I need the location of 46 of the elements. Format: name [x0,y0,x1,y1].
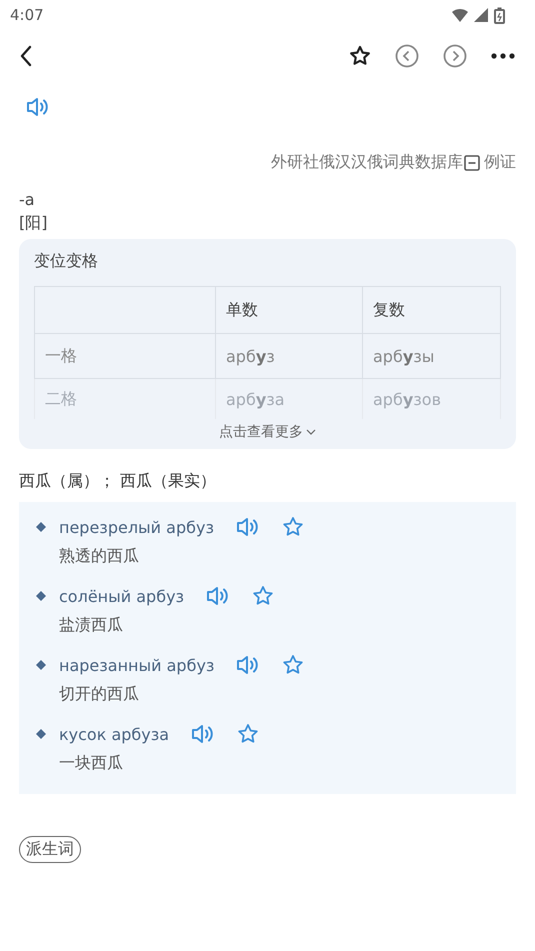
speaker-icon[interactable] [236,516,258,538]
example-translation: 一块西瓜 [58,753,124,774]
table-cell: арбузы [362,334,500,378]
wifi-icon [451,7,469,23]
previous-icon[interactable] [395,44,419,68]
example-translation: 盐渍西瓜 [58,615,124,636]
meaning-text: 西瓜（属）； 西瓜（果实） [19,471,218,492]
star-icon[interactable] [349,45,371,67]
star-icon[interactable] [282,516,304,538]
example-phrase: кусок арбуза [59,724,170,744]
bullet-icon [36,591,46,601]
table-header: 单数 [216,286,362,334]
speaker-icon[interactable] [191,723,214,745]
table-cell: 二格 [34,378,216,419]
example-phrase: солёный арбуз [59,586,184,606]
show-more-link[interactable]: 点击查看更多 [219,423,303,441]
signal-icon [474,7,489,23]
card-title: 变位变格 [34,251,99,272]
speaker-icon[interactable] [26,96,50,118]
bullet-icon [36,522,46,532]
example-translation: 切开的西瓜 [58,684,140,705]
more-icon[interactable] [491,53,515,59]
gender-label: [阳] [19,212,48,234]
table-header: 复数 [362,286,500,334]
speaker-icon[interactable] [206,585,228,607]
collapse-icon[interactable] [464,154,480,170]
bullet-icon [36,660,46,670]
battery-icon [494,6,505,24]
examples-link[interactable]: 例证 [484,152,516,173]
star-icon[interactable] [252,585,274,607]
table-cell: 一格 [34,334,216,378]
next-icon[interactable] [443,44,467,68]
chevron-down-icon [306,428,316,436]
derivatives-tag[interactable]: 派生词 [19,836,81,863]
example-translation: 熟透的西瓜 [58,546,140,567]
dictionary-source: 外研社俄汉汉俄词典数据库 [271,152,463,173]
status-time: 4:07 [10,6,44,24]
bullet-icon [36,729,46,739]
example-phrase: нарезанный арбуз [59,656,214,674]
star-icon[interactable] [237,723,260,745]
back-icon[interactable] [19,45,33,67]
example-phrase: перезрелый арбуз [59,518,214,536]
word-suffix: -a [19,189,36,211]
table-cell: арбуз [216,334,362,378]
star-icon[interactable] [282,654,304,676]
speaker-icon[interactable] [236,654,258,676]
